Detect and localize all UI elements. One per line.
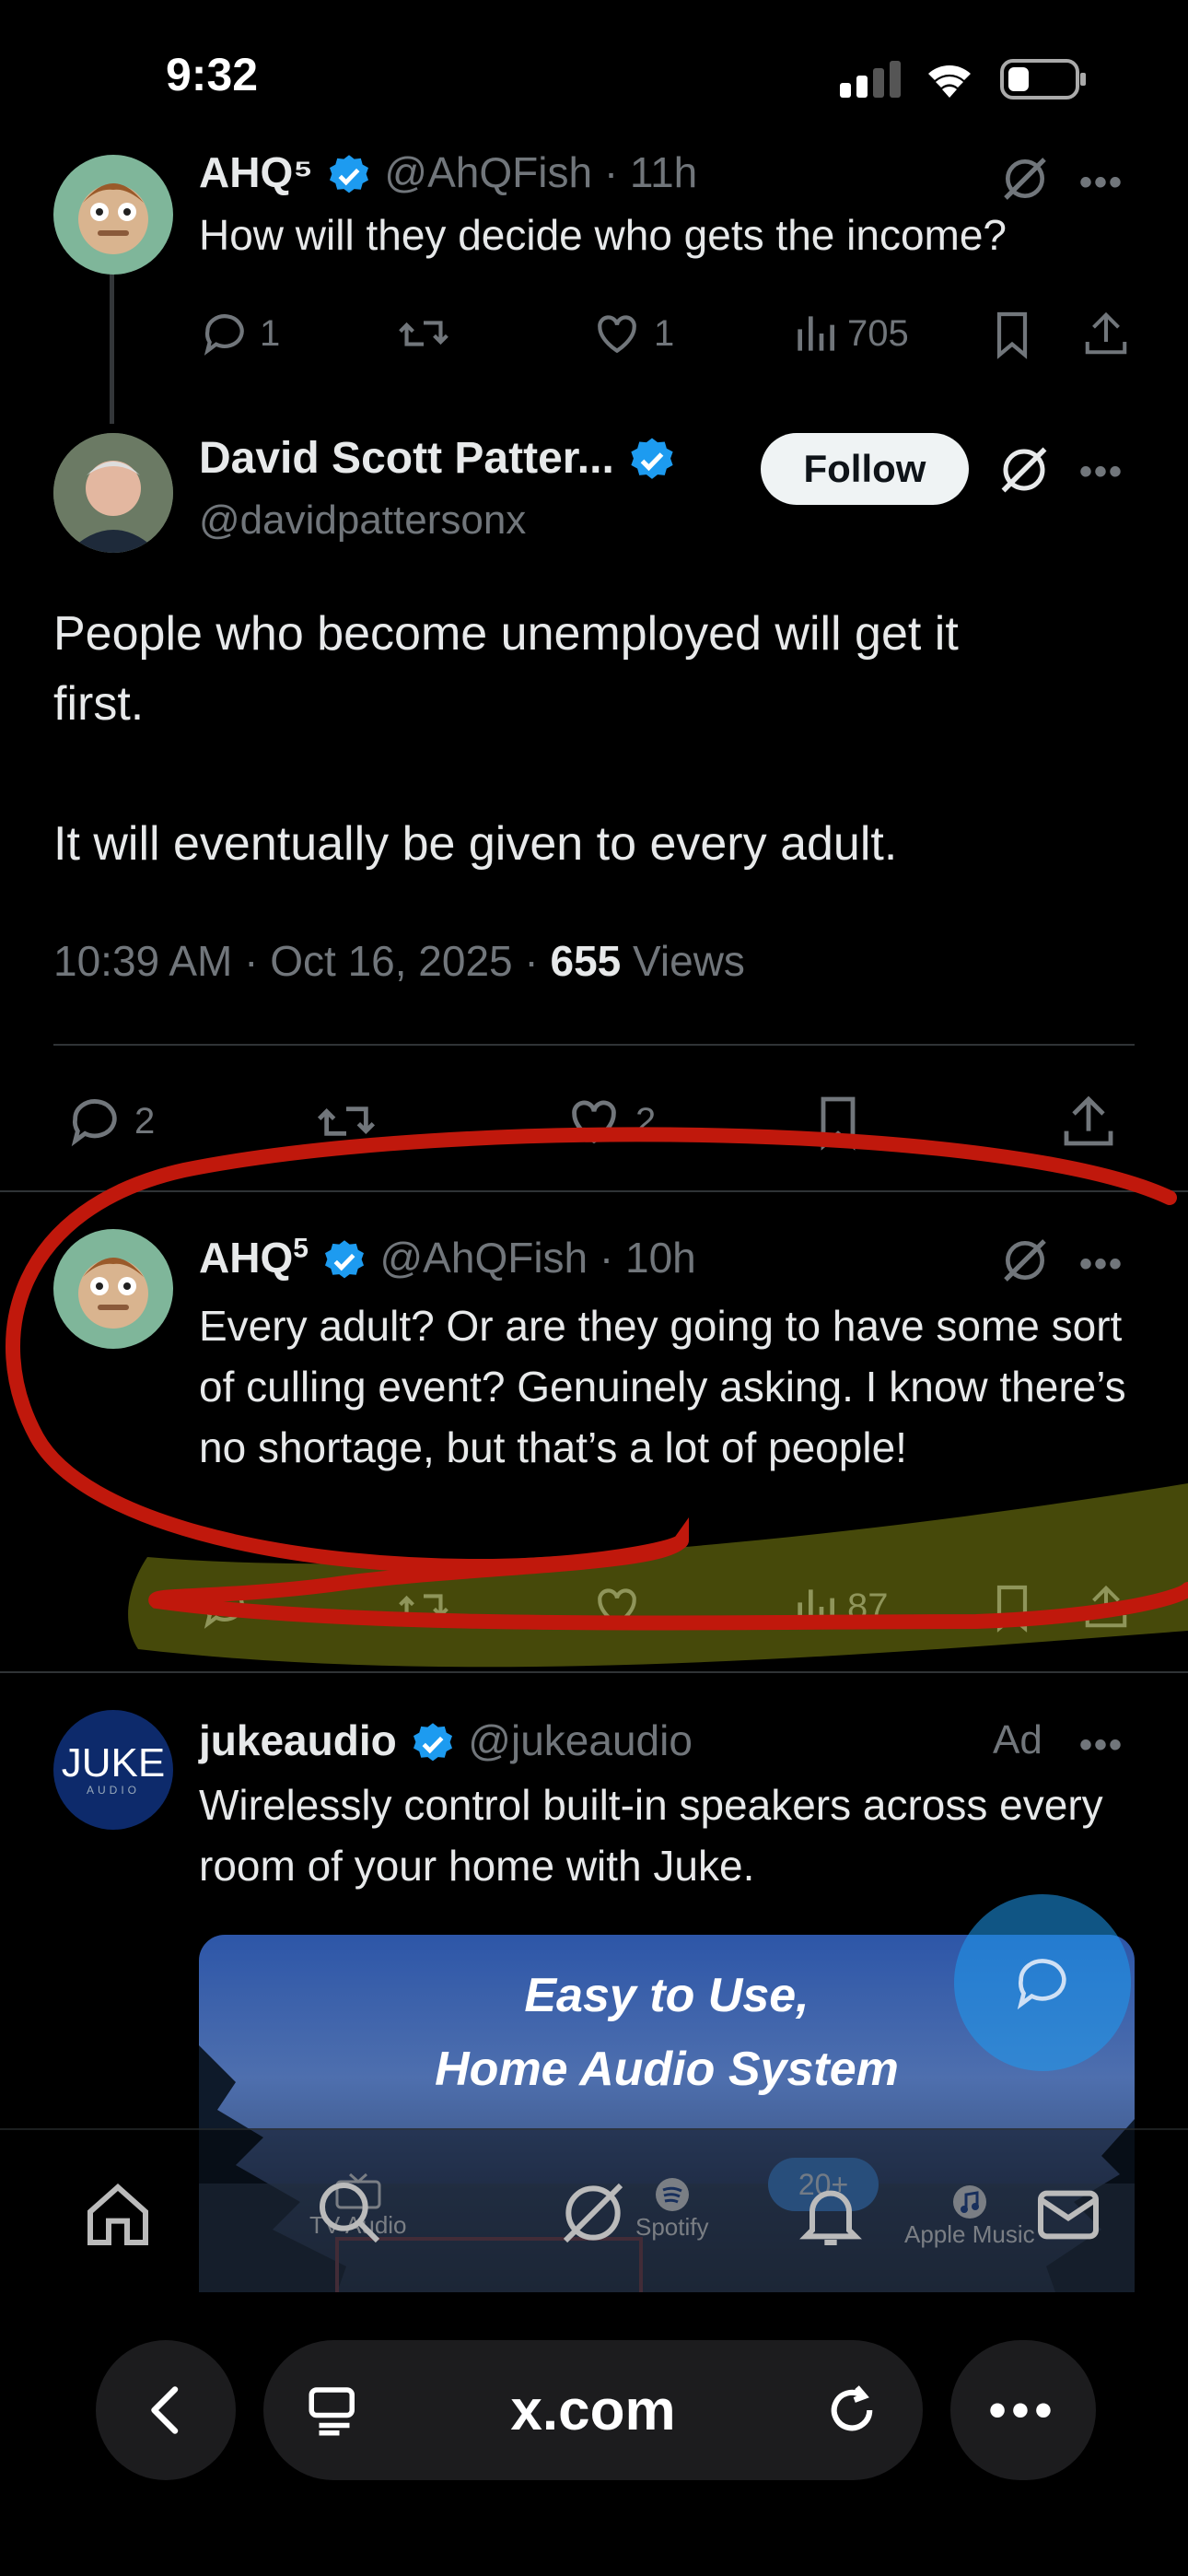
yellow-highlight-annotation <box>128 1483 1188 1668</box>
handle-time[interactable]: @AhQFish · 10h <box>379 1234 695 1282</box>
cellular-signal-icon <box>840 59 906 98</box>
more-options-icon[interactable]: ••• <box>1079 1725 1124 1766</box>
tabs-overview-icon <box>309 2387 355 2436</box>
verified-badge-icon <box>409 1720 457 1768</box>
share-button[interactable] <box>1059 1092 1118 1151</box>
avatar[interactable] <box>53 155 173 275</box>
divider <box>53 1044 1135 1046</box>
more-options-icon: ••• <box>988 2383 1058 2438</box>
heart-icon <box>598 315 636 354</box>
views-count: 655 <box>550 937 622 985</box>
like-button[interactable] <box>589 1581 645 1633</box>
grok-icon[interactable] <box>999 153 1051 205</box>
reload-icon <box>831 2385 873 2431</box>
like-button[interactable]: 2 <box>562 1092 656 1151</box>
divider <box>0 1190 1188 1192</box>
floating-reply-button[interactable] <box>954 1894 1131 2071</box>
messages-tab-icon[interactable] <box>1031 2178 1105 2252</box>
tweet-timestamp[interactable]: 10:39 AM · Oct 16, 2025 · <box>53 937 551 985</box>
chevron-left-icon <box>151 2386 179 2434</box>
author-name[interactable]: AHQ⁵ <box>199 148 313 196</box>
divider <box>0 1671 1188 1673</box>
grok-tab-icon[interactable] <box>556 2176 630 2250</box>
grok-icon[interactable] <box>996 442 1052 498</box>
notifications-tab-icon[interactable] <box>794 2178 868 2252</box>
bookmark-icon <box>996 1585 1028 1633</box>
home-tab-icon[interactable] <box>81 2178 155 2252</box>
tweet-text: Every adult? Or are they going to have s… <box>199 1302 1126 1471</box>
views-label: Views <box>621 937 745 985</box>
heart-icon <box>598 1588 636 1627</box>
views-button[interactable]: 705 <box>792 308 909 359</box>
repost-button[interactable] <box>313 1092 379 1151</box>
status-time: 9:32 <box>166 49 259 100</box>
tweet-header: jukeaudio @jukeaudio <box>199 1715 693 1768</box>
browser-more-button[interactable]: ••• <box>950 2340 1096 2480</box>
tweet-text: People who become unemployed will get it… <box>53 607 959 871</box>
author-name[interactable]: jukeaudio <box>199 1716 397 1764</box>
views-icon <box>798 316 834 351</box>
verified-badge-icon <box>325 152 373 200</box>
reply-icon <box>204 314 244 356</box>
more-options-icon[interactable]: ••• <box>1079 1244 1124 1285</box>
more-options-icon[interactable]: ••• <box>1079 451 1124 493</box>
handle-time[interactable]: @AhQFish · 11h <box>384 148 697 196</box>
avatar[interactable] <box>53 433 173 553</box>
bookmark-button[interactable] <box>989 1581 1035 1633</box>
repost-button[interactable] <box>396 1581 451 1633</box>
share-icon <box>1085 1585 1127 1628</box>
bookmark-button[interactable] <box>810 1092 866 1151</box>
share-icon <box>1085 311 1127 355</box>
more-options-icon[interactable]: ••• <box>1079 162 1124 204</box>
grok-icon[interactable] <box>999 1235 1051 1286</box>
reply-button[interactable]: 1 <box>199 308 280 359</box>
address-bar[interactable]: x.com <box>263 2340 923 2480</box>
bookmark-button[interactable] <box>989 308 1035 359</box>
author-handle[interactable]: @jukeaudio <box>468 1716 693 1764</box>
views-icon <box>798 1589 834 1624</box>
views-button[interactable]: 87 <box>792 1581 889 1633</box>
bookmark-icon <box>996 311 1028 359</box>
search-tab-icon[interactable] <box>313 2176 387 2250</box>
share-icon <box>1064 1095 1113 1146</box>
reply-icon <box>204 1587 244 1629</box>
tweet-meta: 10:39 AM · Oct 16, 2025 · 655 Views <box>53 936 745 986</box>
repost-icon <box>399 321 448 346</box>
tweet-header: David Scott Patter... <box>199 433 678 486</box>
reply-button[interactable] <box>199 1581 250 1633</box>
follow-button[interactable]: Follow <box>761 433 969 505</box>
tweet-text: How will they decide who gets the income… <box>199 211 1007 259</box>
ad-label: Ad <box>993 1717 1042 1762</box>
advertiser-logo[interactable]: JUKE AUDIO <box>53 1710 173 1830</box>
reply-button[interactable]: 2 <box>64 1092 155 1151</box>
avatar[interactable] <box>53 1229 173 1349</box>
tweet-header: AHQ⁵ @AhQFish · 11h <box>199 147 697 200</box>
tweet-header: AHQ5 @AhQFish · 10h <box>199 1233 696 1285</box>
reply-bubble-icon <box>1017 1959 1066 2010</box>
author-handle[interactable]: @davidpattersonx <box>199 498 526 544</box>
share-button[interactable] <box>1081 308 1131 359</box>
thread-connector-line <box>110 267 114 424</box>
repost-button[interactable] <box>396 308 451 359</box>
repost-icon <box>317 1107 376 1136</box>
heart-icon <box>572 1100 616 1144</box>
author-name[interactable]: AHQ5 <box>199 1234 309 1282</box>
author-name[interactable]: David Scott Patter... <box>199 434 614 483</box>
tweet-text: Wirelessly control built-in speakers acr… <box>199 1781 1103 1890</box>
share-button[interactable] <box>1081 1581 1131 1633</box>
url-text: x.com <box>510 2378 676 2442</box>
back-button[interactable] <box>96 2340 236 2480</box>
bookmark-icon <box>821 1096 856 1151</box>
wifi-icon <box>921 57 978 100</box>
battery-icon <box>1000 59 1087 100</box>
verified-badge-icon <box>320 1237 368 1285</box>
reply-icon <box>71 1099 117 1147</box>
like-button[interactable]: 1 <box>589 308 674 359</box>
verified-badge-icon <box>626 435 678 486</box>
repost-icon <box>399 1594 448 1620</box>
